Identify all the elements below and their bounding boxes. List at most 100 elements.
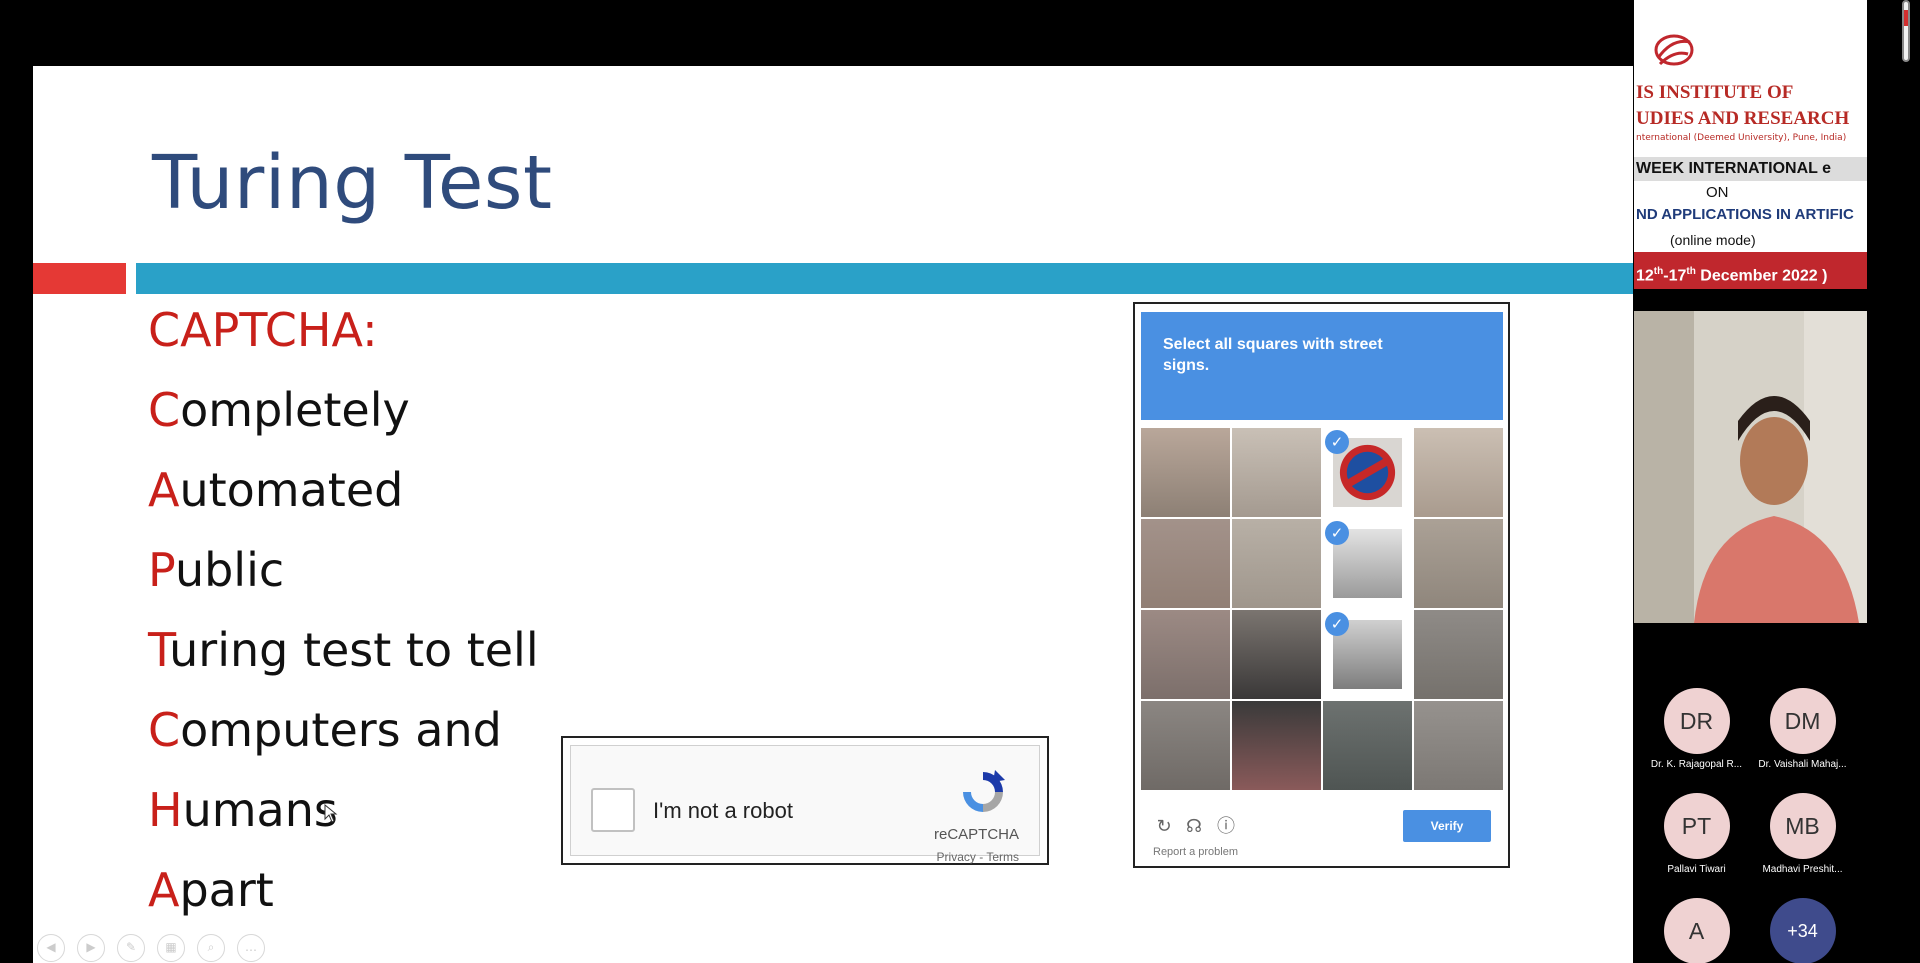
- next-slide-icon[interactable]: ▶: [77, 934, 105, 962]
- banner-line-5: ON: [1706, 184, 1729, 201]
- participant-name: Pallavi Tiwari: [1667, 864, 1726, 875]
- speaker-video-tile[interactable]: [1634, 311, 1867, 623]
- challenge-tile[interactable]: [1414, 610, 1503, 699]
- avatar: DM: [1769, 688, 1836, 754]
- avatar: DR: [1663, 688, 1730, 754]
- acronym-word: uring test to tell: [169, 623, 539, 677]
- challenge-prompt: Select all squares with street signs.: [1163, 336, 1383, 374]
- reload-icon[interactable]: ↻: [1153, 816, 1175, 838]
- challenge-tile[interactable]: [1414, 519, 1503, 608]
- recaptcha-logo-icon: [963, 770, 1005, 812]
- presentation-slide: Turing Test CAPTCHA: Completely Automate…: [33, 66, 1633, 963]
- slides-grid-icon[interactable]: ▦: [157, 934, 185, 962]
- more-participants-button[interactable]: +34: [1750, 898, 1855, 963]
- banner-line-2: UDIES AND RESEARCH: [1636, 108, 1850, 129]
- slide-title: Turing Test: [152, 140, 553, 226]
- banner-line-6: ND APPLICATIONS IN ARTIFIC: [1636, 206, 1854, 223]
- recaptcha-brand: reCAPTCHA: [933, 826, 1019, 843]
- pen-icon[interactable]: ✎: [117, 934, 145, 962]
- challenge-tile[interactable]: [1141, 610, 1230, 699]
- tile-selected-check-icon: ✓: [1325, 521, 1349, 545]
- challenge-tile[interactable]: [1232, 428, 1321, 517]
- tile-selected-check-icon: ✓: [1325, 612, 1349, 636]
- captcha-heading: CAPTCHA:: [148, 303, 378, 357]
- avatar: PT: [1663, 793, 1730, 859]
- acronym-line: Turing test to tell: [148, 623, 539, 677]
- challenge-tile[interactable]: [1414, 428, 1503, 517]
- challenge-tile-selected[interactable]: ✓: [1323, 428, 1412, 517]
- acronym-letter: C: [148, 703, 181, 757]
- verify-button[interactable]: Verify: [1403, 810, 1491, 842]
- acronym-letter: H: [148, 783, 183, 837]
- acronym-letter: P: [148, 543, 175, 597]
- banner-line-4: WEEK INTERNATIONAL e: [1634, 157, 1867, 181]
- participant-grid: DR Dr. K. Rajagopal R... DM Dr. Vaishali…: [1634, 688, 1867, 963]
- date-start-suffix: th: [1653, 266, 1664, 277]
- challenge-tile[interactable]: [1141, 701, 1230, 790]
- acronym-letter: A: [148, 863, 180, 917]
- banner-line-7: (online mode): [1670, 232, 1756, 248]
- challenge-tile[interactable]: [1232, 610, 1321, 699]
- challenge-tile-selected[interactable]: ✓: [1323, 610, 1412, 699]
- more-participants-count: +34: [1769, 898, 1836, 963]
- recaptcha-challenge: Select all squares with street signs. ✓ …: [1133, 302, 1510, 868]
- participants-panel: IS INSTITUTE OF UDIES AND RESEARCH ntern…: [1634, 0, 1920, 963]
- scrollbar-marker: [1904, 10, 1908, 26]
- recaptcha-checkbox-widget: I'm not a robot reCAPTCHA Privacy - Term…: [561, 736, 1049, 865]
- challenge-tile[interactable]: [1414, 701, 1503, 790]
- banner-line-1: IS INSTITUTE OF: [1636, 82, 1794, 103]
- acronym-word: omputers and: [180, 703, 502, 757]
- speaker-video-frame: [1634, 311, 1867, 623]
- report-problem-link[interactable]: Report a problem: [1153, 846, 1238, 858]
- challenge-tile-selected[interactable]: ✓: [1323, 519, 1412, 608]
- participant-name: Madhavi Preshit...: [1762, 864, 1843, 875]
- robot-checkbox[interactable]: [591, 788, 635, 832]
- acronym-word: utomated: [179, 463, 404, 517]
- avatar: MB: [1769, 793, 1836, 859]
- acronym-word: ublic: [174, 543, 285, 597]
- challenge-tile[interactable]: [1232, 701, 1321, 790]
- title-accent-red-bar: [33, 263, 126, 294]
- previous-slide-icon[interactable]: ◀: [37, 934, 65, 962]
- participant-tile[interactable]: A: [1644, 898, 1749, 963]
- acronym-line: Humans: [148, 783, 338, 837]
- challenge-image-grid: ✓ ✓ ✓: [1141, 428, 1503, 790]
- acronym-letter: T: [148, 623, 170, 677]
- meeting-window: Turing Test CAPTCHA: Completely Automate…: [0, 0, 1920, 963]
- challenge-tile[interactable]: [1232, 519, 1321, 608]
- participant-tile[interactable]: PT Pallavi Tiwari: [1644, 793, 1749, 875]
- recaptcha-checkbox-panel: I'm not a robot reCAPTCHA Privacy - Term…: [570, 745, 1040, 864]
- slideshow-toolbar: ◀ ▶ ✎ ▦ ⌕ …: [37, 934, 265, 962]
- avatar: A: [1663, 898, 1730, 963]
- headphones-icon[interactable]: ☊: [1183, 816, 1205, 838]
- challenge-tile[interactable]: [1141, 428, 1230, 517]
- more-options-icon[interactable]: …: [237, 934, 265, 962]
- event-banner: IS INSTITUTE OF UDIES AND RESEARCH ntern…: [1634, 0, 1867, 289]
- tile-selected-check-icon: ✓: [1325, 430, 1349, 454]
- acronym-letter: A: [148, 463, 180, 517]
- recaptcha-privacy-terms[interactable]: Privacy - Terms: [937, 850, 1019, 864]
- info-icon[interactable]: ⓘ: [1215, 816, 1237, 838]
- participant-name: Dr. Vaishali Mahaj...: [1758, 759, 1847, 770]
- acronym-word: part: [179, 863, 274, 917]
- acronym-letter: C: [148, 383, 181, 437]
- participant-tile[interactable]: DR Dr. K. Rajagopal R...: [1644, 688, 1749, 770]
- acronym-line: Computers and: [148, 703, 502, 757]
- acronym-word: ompletely: [180, 383, 410, 437]
- challenge-footer: ↻ ☊ ⓘ Report a problem Verify: [1141, 798, 1503, 864]
- challenge-header: Select all squares with street signs.: [1141, 312, 1503, 420]
- challenge-tile[interactable]: [1323, 701, 1412, 790]
- title-accent-blue-bar: [136, 263, 1633, 294]
- challenge-tile[interactable]: [1141, 519, 1230, 608]
- participant-tile[interactable]: DM Dr. Vaishali Mahaj...: [1750, 688, 1855, 770]
- acronym-line: Completely: [148, 383, 410, 437]
- zoom-icon[interactable]: ⌕: [197, 934, 225, 962]
- participant-tile[interactable]: MB Madhavi Preshit...: [1750, 793, 1855, 875]
- acronym-line: Automated: [148, 463, 403, 517]
- acronym-line: Apart: [148, 863, 274, 917]
- mouse-cursor-icon: [324, 804, 338, 823]
- robot-checkbox-label: I'm not a robot: [653, 798, 793, 823]
- banner-dates: 12th-17th December 2022 ): [1634, 252, 1867, 289]
- acronym-line: Public: [148, 543, 284, 597]
- date-month-year: December 2022 ): [1695, 267, 1828, 285]
